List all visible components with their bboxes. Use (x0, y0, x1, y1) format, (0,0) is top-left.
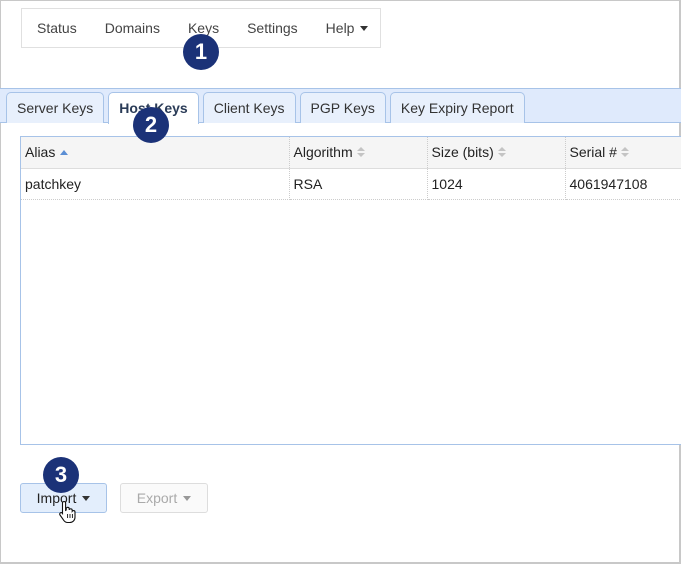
host-keys-table: Alias Algorithm Size (bits) Serial # pat… (20, 136, 681, 445)
callout-badge-2: 2 (133, 107, 169, 143)
tab-bar: Server Keys Host Keys Client Keys PGP Ke… (0, 88, 681, 124)
nav-help[interactable]: Help (326, 20, 369, 36)
cell-alias: patchkey (21, 168, 290, 200)
callout-badge-1: 1 (183, 34, 219, 70)
sort-icon (356, 146, 365, 158)
cell-serial: 4061947108 (565, 168, 681, 200)
table-header-row: Alias Algorithm Size (bits) Serial # (21, 137, 681, 169)
chevron-down-icon (183, 495, 192, 501)
cell-size: 1024 (427, 168, 566, 200)
column-label: Serial # (569, 144, 617, 161)
chevron-down-icon (360, 25, 369, 31)
nav-domains[interactable]: Domains (105, 20, 160, 36)
export-button[interactable]: Export (120, 483, 208, 513)
column-label: Alias (25, 144, 56, 161)
sort-ascending-icon (60, 149, 69, 155)
nav-settings[interactable]: Settings (247, 20, 298, 36)
nav-help-label: Help (325, 20, 355, 36)
column-label: Size (bits) (431, 144, 494, 161)
callout-badge-3: 3 (43, 457, 79, 493)
chevron-down-icon (82, 495, 91, 501)
export-label: Export (136, 490, 178, 506)
tab-client-keys[interactable]: Client Keys (202, 92, 296, 123)
hand-pointer-icon (59, 500, 76, 524)
table-row[interactable]: patchkey RSA 1024 4061947108 (21, 168, 681, 200)
column-label: Algorithm (293, 144, 353, 161)
tab-server-keys[interactable]: Server Keys (6, 92, 105, 123)
tab-pgp-keys[interactable]: PGP Keys (299, 92, 386, 123)
column-header-size[interactable]: Size (bits) (427, 137, 566, 169)
column-header-algorithm[interactable]: Algorithm (289, 137, 428, 169)
nav-status[interactable]: Status (37, 20, 77, 36)
sort-icon (497, 146, 506, 158)
column-header-serial[interactable]: Serial # (565, 137, 681, 169)
tab-key-expiry-report[interactable]: Key Expiry Report (389, 92, 525, 123)
cell-algorithm: RSA (289, 168, 428, 200)
sort-icon (620, 146, 629, 158)
